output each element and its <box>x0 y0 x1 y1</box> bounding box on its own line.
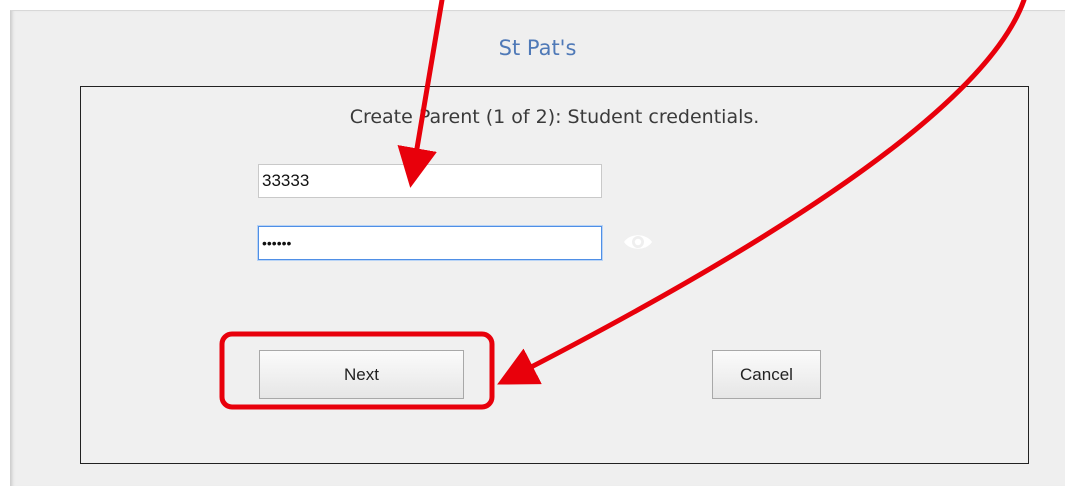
form-heading: Create Parent (1 of 2): Student credenti… <box>349 106 760 128</box>
next-button[interactable]: Next <box>259 350 464 399</box>
page: St Pat's Create Parent (1 of 2): Student… <box>0 0 1065 486</box>
student-id-input[interactable] <box>258 164 602 198</box>
cancel-button[interactable]: Cancel <box>712 350 821 399</box>
school-title: St Pat's <box>498 36 577 60</box>
student-password-input[interactable] <box>258 226 602 260</box>
create-parent-form <box>80 86 1029 464</box>
eye-icon[interactable] <box>621 230 655 254</box>
